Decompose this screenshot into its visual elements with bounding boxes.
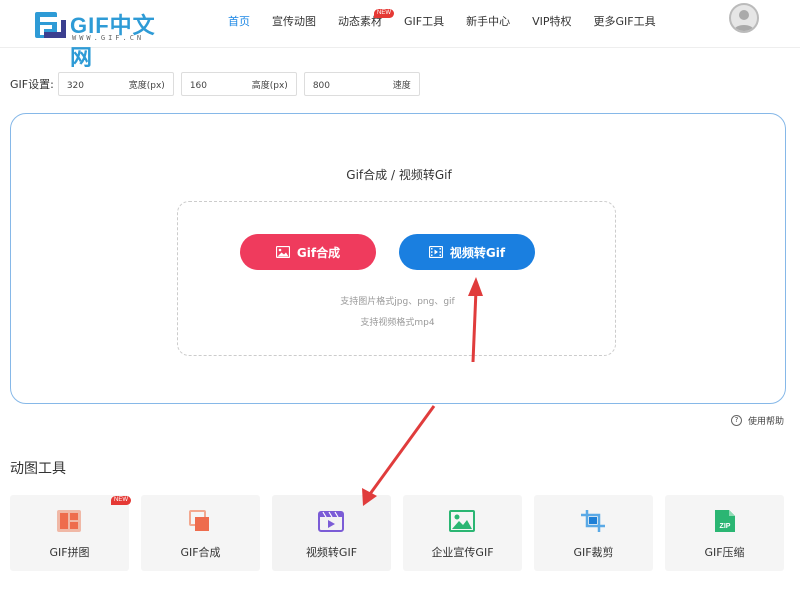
site-logo[interactable]: GIF中文网 WWW.GIF.CN <box>34 10 164 70</box>
gif-settings-label: GIF设置: <box>10 78 54 91</box>
help-link[interactable]: ? 使用帮助 <box>731 414 784 427</box>
nav-label: VIP特权 <box>532 15 572 28</box>
tool-card-gif-merge[interactable]: GIF合成 <box>141 495 260 571</box>
nav-item-promo-gifs[interactable]: 宣传动图 <box>272 0 316 44</box>
zip-file-icon: ZIP <box>715 510 735 532</box>
nav-label: GIF工具 <box>404 15 445 28</box>
tool-label: GIF压缩 <box>704 546 745 559</box>
image-icon <box>275 246 290 258</box>
top-header: GIF中文网 WWW.GIF.CN 首页 宣传动图 动态素材 NEW GIF工具 … <box>0 0 800 70</box>
height-field[interactable]: 高度(px) <box>180 72 297 97</box>
nav-label: 宣传动图 <box>272 15 316 28</box>
image-format-hint: 支持图片格式jpg、png、gif <box>340 297 455 307</box>
nav-item-more-tools[interactable]: 更多GIF工具 <box>594 0 656 44</box>
speed-field[interactable]: 速度 <box>303 72 420 97</box>
tool-card-gif-crop[interactable]: GIF裁剪 <box>534 495 653 571</box>
layers-merge-icon <box>189 510 209 531</box>
upload-panel: Gif合成 / 视频转Gif Gif合成 视频转Gif 支持图片格式jpg、pn… <box>10 113 786 404</box>
speed-input[interactable] <box>304 75 375 97</box>
nav-item-home[interactable]: 首页 <box>228 0 250 44</box>
tool-card-gif-compress[interactable]: ZIP GIF压缩 <box>665 495 784 571</box>
width-unit: 宽度(px) <box>128 81 165 91</box>
nav-item-beginner-center[interactable]: 新手中心 <box>466 0 510 44</box>
crop-icon <box>581 510 605 532</box>
main-nav: 首页 宣传动图 动态素材 NEW GIF工具 新手中心 VIP特权 更多GIF工具 <box>228 0 678 44</box>
svg-text:ZIP: ZIP <box>720 523 731 530</box>
person-silhouette-icon <box>734 10 754 31</box>
landscape-image-icon <box>449 510 475 532</box>
tool-card-video-to-gif[interactable]: 视频转GIF <box>272 495 391 571</box>
gif-settings-bar: GIF设置: 宽度(px) 高度(px) 速度 <box>10 72 427 97</box>
nav-item-gif-tools[interactable]: GIF工具 <box>404 0 444 44</box>
user-avatar-icon[interactable] <box>729 3 759 33</box>
film-icon <box>428 246 443 258</box>
logo-mark-icon <box>35 12 66 38</box>
nav-item-vip[interactable]: VIP特权 <box>532 0 571 44</box>
width-field[interactable]: 宽度(px) <box>57 72 174 97</box>
video-clapper-icon <box>318 511 344 532</box>
new-badge: NEW <box>111 496 131 505</box>
nav-label: 更多GIF工具 <box>593 15 656 28</box>
video-to-gif-label: 视频转Gif <box>449 245 506 260</box>
tool-label: 视频转GIF <box>305 546 358 559</box>
nav-label: 新手中心 <box>466 15 511 28</box>
panel-title: Gif合成 / 视频转Gif <box>346 168 452 182</box>
annotation-arrow-down <box>362 405 436 506</box>
upload-dropzone[interactable]: Gif合成 视频转Gif 支持图片格式jpg、png、gif 支持视频格式mp4 <box>177 201 616 356</box>
height-input[interactable] <box>181 75 252 97</box>
tools-grid: GIF拼图 NEW GIF合成 视频转GIF 企业宣传GIF GIF裁剪 ZIP… <box>10 495 790 571</box>
section-title: 动图工具 <box>10 461 66 477</box>
logo-subtitle: WWW.GIF.CN <box>72 34 145 42</box>
nav-item-animated-assets[interactable]: 动态素材 NEW <box>338 0 394 44</box>
help-label: 使用帮助 <box>748 417 785 427</box>
tool-card-gif-collage[interactable]: GIF拼图 NEW <box>10 495 131 571</box>
tool-card-business-promo-gif[interactable]: 企业宣传GIF <box>403 495 522 571</box>
tool-label: GIF合成 <box>180 546 221 559</box>
nav-label: 首页 <box>228 15 250 28</box>
tool-label: GIF裁剪 <box>573 546 614 559</box>
video-to-gif-button[interactable]: 视频转Gif <box>399 234 535 270</box>
tool-label: GIF拼图 <box>49 546 90 559</box>
gif-merge-label: Gif合成 <box>296 245 341 260</box>
grid-collage-icon <box>57 510 81 532</box>
new-badge: NEW <box>374 9 394 18</box>
gif-merge-button[interactable]: Gif合成 <box>240 234 376 270</box>
speed-unit: 速度 <box>392 81 411 91</box>
question-icon: ? <box>731 415 742 426</box>
width-input[interactable] <box>58 75 129 97</box>
video-format-hint: 支持视频格式mp4 <box>360 318 435 328</box>
height-unit: 高度(px) <box>251 81 288 91</box>
tool-label: 企业宣传GIF <box>431 546 494 559</box>
